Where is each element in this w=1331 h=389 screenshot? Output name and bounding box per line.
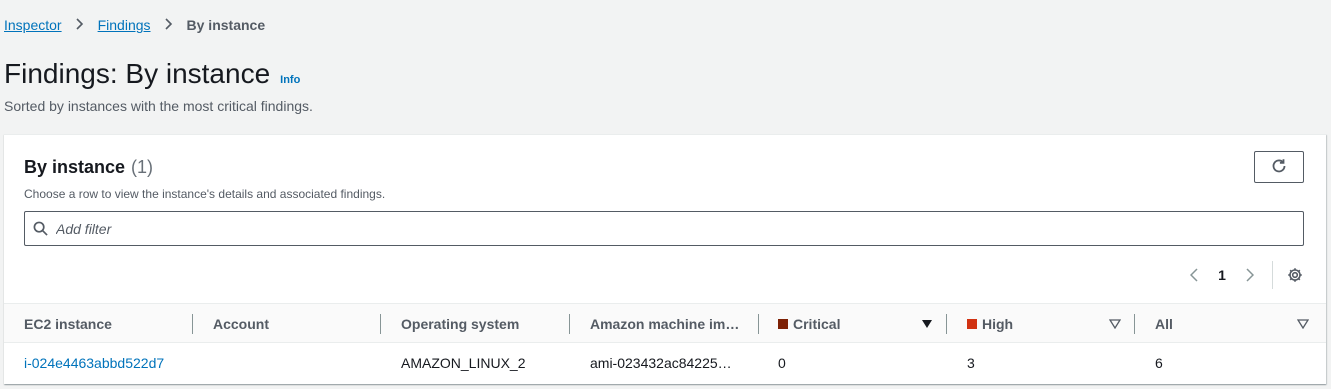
page-subtitle: Sorted by instances with the most critic… <box>4 98 313 114</box>
page-title: Findings: By instance <box>4 58 271 89</box>
high-severity-icon <box>967 319 977 329</box>
breadcrumb-inspector-link[interactable]: Inspector <box>4 17 62 33</box>
filter-search[interactable] <box>24 211 1304 246</box>
column-resizer[interactable] <box>380 314 381 334</box>
chevron-right-icon <box>164 17 173 33</box>
panel-header: By instance (1) <box>24 157 153 178</box>
pagination: 1 <box>1184 261 1305 289</box>
table-header: EC2 instance Account Operating system Am… <box>4 303 1326 343</box>
column-resizer[interactable] <box>946 314 947 334</box>
column-resizer[interactable] <box>758 314 759 334</box>
all-count-cell: 6 <box>1155 355 1163 371</box>
column-header-critical[interactable]: Critical <box>778 304 948 344</box>
column-header-operating-system[interactable]: Operating system <box>401 304 571 344</box>
panel-count: (1) <box>131 157 154 177</box>
column-header-all[interactable]: All <box>1155 304 1315 344</box>
sort-icon[interactable] <box>1297 318 1309 330</box>
table-body: i-024e4463abbd522d7 AMAZON_LINUX_2 ami-0… <box>4 343 1326 383</box>
column-resizer[interactable] <box>569 314 570 334</box>
breadcrumb-current: By instance <box>186 17 266 33</box>
critical-count-cell: 0 <box>778 355 786 371</box>
previous-page-icon[interactable] <box>1184 265 1204 285</box>
critical-severity-icon <box>778 319 788 329</box>
pager-divider <box>1272 261 1273 289</box>
breadcrumb-findings-link[interactable]: Findings <box>98 17 151 33</box>
column-header-account[interactable]: Account <box>213 304 383 344</box>
info-link[interactable]: Info <box>280 74 300 86</box>
sort-descending-icon[interactable] <box>921 318 933 330</box>
gear-icon[interactable] <box>1285 265 1305 285</box>
refresh-icon <box>1271 158 1287 177</box>
instances-table: EC2 instance Account Operating system Am… <box>4 303 1326 383</box>
search-icon <box>33 221 49 237</box>
filter-input[interactable] <box>56 220 1256 237</box>
high-count-cell: 3 <box>967 355 975 371</box>
by-instance-panel: By instance (1) Choose a row to view the… <box>4 134 1326 384</box>
panel-title: By instance <box>24 157 126 177</box>
column-resizer[interactable] <box>192 314 193 334</box>
table-row[interactable]: i-024e4463abbd522d7 AMAZON_LINUX_2 ami-0… <box>4 343 1326 383</box>
panel-description: Choose a row to view the instance's deta… <box>24 187 386 201</box>
chevron-right-icon <box>76 17 84 33</box>
os-cell: AMAZON_LINUX_2 <box>401 355 526 371</box>
page-number[interactable]: 1 <box>1204 267 1240 283</box>
next-page-icon[interactable] <box>1240 265 1260 285</box>
ami-cell: ami-023432ac84225… <box>590 355 732 371</box>
column-header-ec2-instance[interactable]: EC2 instance <box>24 304 194 344</box>
column-resizer[interactable] <box>1134 314 1135 334</box>
column-header-ami[interactable]: Amazon machine im… <box>590 304 760 344</box>
column-header-high[interactable]: High <box>967 304 1137 344</box>
instance-id-link[interactable]: i-024e4463abbd522d7 <box>24 343 164 383</box>
breadcrumb: Inspector Findings By instance <box>4 16 265 34</box>
page-title-row: Findings: By instance Info <box>4 58 300 90</box>
sort-icon[interactable] <box>1109 318 1121 330</box>
refresh-button[interactable] <box>1254 151 1304 183</box>
